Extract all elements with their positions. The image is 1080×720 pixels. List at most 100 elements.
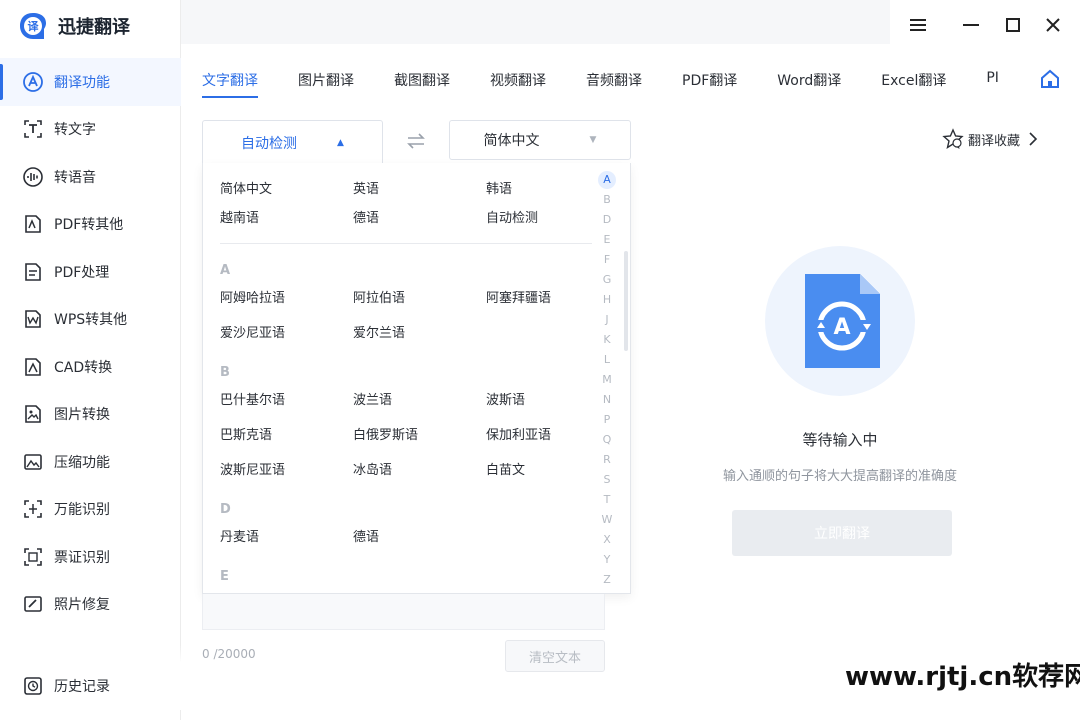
alphabet-index-letter[interactable]: Y xyxy=(597,553,617,566)
sidebar-item-history[interactable]: 历史记录 xyxy=(0,662,181,710)
caret-up-icon: ▲ xyxy=(337,137,344,148)
alphabet-index-letter[interactable]: R xyxy=(597,453,617,466)
sidebar-item[interactable]: WPS转其他 xyxy=(0,296,181,344)
language-option[interactable]: 越南语 xyxy=(220,207,259,226)
tab[interactable]: 文字翻译 xyxy=(202,70,258,98)
language-dropdown: 简体中文 英语 韩语 越南语 德语 自动检测 A 阿姆哈拉语 阿拉伯语 阿塞拜疆语 爱沙尼亚语 爱尔兰… xyxy=(202,163,631,594)
language-option[interactable]: 巴斯克语 xyxy=(220,424,272,443)
tab[interactable]: Word翻译 xyxy=(777,70,841,98)
sidebar-nav: 翻译功能转文字 转语音 PDF转其他 PDF处理 WPS转其他 CAD转换图片转换压缩功能… xyxy=(0,58,181,628)
close-button[interactable] xyxy=(1040,12,1066,38)
language-option[interactable]: 波兰语 xyxy=(353,389,392,408)
caret-down-icon: ▼ xyxy=(589,135,597,145)
alphabet-index-letter[interactable]: N xyxy=(597,393,617,406)
scan-icon xyxy=(22,498,44,520)
tab[interactable]: Excel翻译 xyxy=(881,70,946,98)
alphabet-index-letter[interactable]: W xyxy=(597,513,617,526)
alphabet-index-letter[interactable]: L xyxy=(597,353,617,366)
sidebar-item-label: 照片修复 xyxy=(54,597,110,614)
alphabet-index-letter[interactable]: Q xyxy=(597,433,617,446)
alphabet-index-letter[interactable]: S xyxy=(597,473,617,486)
alphabet-index-letter[interactable]: H xyxy=(597,293,617,306)
language-option[interactable]: 爱尔兰语 xyxy=(353,322,405,341)
alphabet-index-letter[interactable]: F xyxy=(597,253,617,266)
dropdown-scrollbar[interactable] xyxy=(624,251,628,351)
sidebar-item-label: 历史记录 xyxy=(54,678,110,695)
sidebar-item[interactable]: 转语音 xyxy=(0,153,181,201)
sidebar-item-label: PDF转其他 xyxy=(54,217,124,234)
language-option[interactable]: 自动检测 xyxy=(486,207,538,226)
language-option[interactable]: 保加利亚语 xyxy=(486,424,551,443)
empty-state-title: 等待输入中 xyxy=(802,431,878,449)
sidebar-item[interactable]: 图片转换 xyxy=(0,391,181,439)
language-option[interactable]: 阿塞拜疆语 xyxy=(486,287,551,306)
tab[interactable]: 音频翻译 xyxy=(586,70,642,98)
tab[interactable]: PI xyxy=(986,70,999,94)
target-language-select[interactable]: 简体中文 ▼ xyxy=(449,120,631,160)
sidebar-item-label: 翻译功能 xyxy=(54,74,110,91)
alphabet-index-letter[interactable]: J xyxy=(597,313,617,326)
language-option[interactable]: 德语 xyxy=(353,526,379,545)
sidebar-item[interactable]: 翻译功能 xyxy=(0,58,181,106)
sidebar-item[interactable]: 照片修复 xyxy=(0,581,181,629)
language-option[interactable]: 德语 xyxy=(353,207,379,226)
sidebar-item[interactable]: CAD转换 xyxy=(0,343,181,391)
sidebar-item[interactable]: PDF转其他 xyxy=(0,201,181,249)
sidebar-item[interactable]: 万能识别 xyxy=(0,486,181,534)
source-language-value: 自动检测 xyxy=(241,135,298,152)
clear-text-button[interactable]: 清空文本 xyxy=(505,640,605,672)
language-option[interactable]: 巴什基尔语 xyxy=(220,389,285,408)
tab[interactable]: 图片翻译 xyxy=(298,70,354,98)
sidebar-item[interactable]: 票证识别 xyxy=(0,533,181,581)
sidebar-item[interactable]: PDF处理 xyxy=(0,248,181,296)
image-convert-icon xyxy=(22,403,44,425)
sidebar-item[interactable]: 压缩功能 xyxy=(0,438,181,486)
swap-languages-icon[interactable] xyxy=(405,131,427,151)
source-language-select[interactable]: 自动检测 ▲ xyxy=(202,120,383,164)
alphabet-index-letter[interactable]: P xyxy=(597,413,617,426)
tab[interactable]: 视频翻译 xyxy=(490,70,546,98)
alphabet-index-letter[interactable]: T xyxy=(597,493,617,506)
sidebar-item-label: PDF处理 xyxy=(54,264,110,281)
language-option[interactable]: 丹麦语 xyxy=(220,526,259,545)
language-option[interactable]: 波斯语 xyxy=(486,389,525,408)
sidebar-item-label: 万能识别 xyxy=(54,502,110,519)
nav-fade xyxy=(0,645,181,663)
alphabet-index-letter[interactable]: D xyxy=(597,213,617,226)
wps-convert-icon xyxy=(22,308,44,330)
language-option[interactable]: 英语 xyxy=(353,178,379,197)
language-option[interactable]: 阿拉伯语 xyxy=(353,287,405,306)
language-option[interactable]: 白苗文 xyxy=(486,459,525,478)
alphabet-index-letter[interactable]: B xyxy=(597,193,617,206)
translate-now-button[interactable]: 立即翻译 xyxy=(732,510,952,556)
tab[interactable]: 截图翻译 xyxy=(394,70,450,98)
minimize-button[interactable] xyxy=(958,12,984,38)
star-icon xyxy=(942,128,964,150)
language-option[interactable]: 冰岛语 xyxy=(353,459,392,478)
alphabet-index-letter[interactable]: M xyxy=(597,373,617,386)
sidebar-item-label: 压缩功能 xyxy=(54,454,110,471)
tab[interactable]: PDF翻译 xyxy=(682,70,737,98)
alphabet-index-letter[interactable]: Z xyxy=(597,573,617,586)
target-language-value: 简体中文 xyxy=(483,133,540,149)
language-option[interactable]: 韩语 xyxy=(486,178,512,197)
favorites-link[interactable]: 翻译收藏 xyxy=(942,128,1038,150)
language-option[interactable]: 阿姆哈拉语 xyxy=(220,287,285,306)
language-option[interactable]: 波斯尼亚语 xyxy=(220,459,285,478)
language-option[interactable]: 爱沙尼亚语 xyxy=(220,322,285,341)
svg-text:A: A xyxy=(833,315,850,340)
alphabet-index-letter[interactable]: K xyxy=(597,333,617,346)
alphabet-index-letter[interactable]: G xyxy=(597,273,617,286)
alphabet-index-letter[interactable]: E xyxy=(597,233,617,246)
language-option[interactable]: 白俄罗斯语 xyxy=(353,424,418,443)
source-text-area[interactable] xyxy=(202,594,605,630)
home-icon[interactable] xyxy=(1039,68,1061,90)
alphabet-index-letter[interactable]: A xyxy=(598,171,616,189)
sidebar-item-label: 图片转换 xyxy=(54,407,110,424)
menu-button[interactable] xyxy=(905,12,931,38)
app-name: 迅捷翻译 xyxy=(58,17,130,38)
language-option[interactable]: 简体中文 xyxy=(220,178,272,197)
maximize-button[interactable] xyxy=(1000,12,1026,38)
sidebar-item[interactable]: 转文字 xyxy=(0,106,181,154)
alphabet-index-letter[interactable]: X xyxy=(597,533,617,546)
